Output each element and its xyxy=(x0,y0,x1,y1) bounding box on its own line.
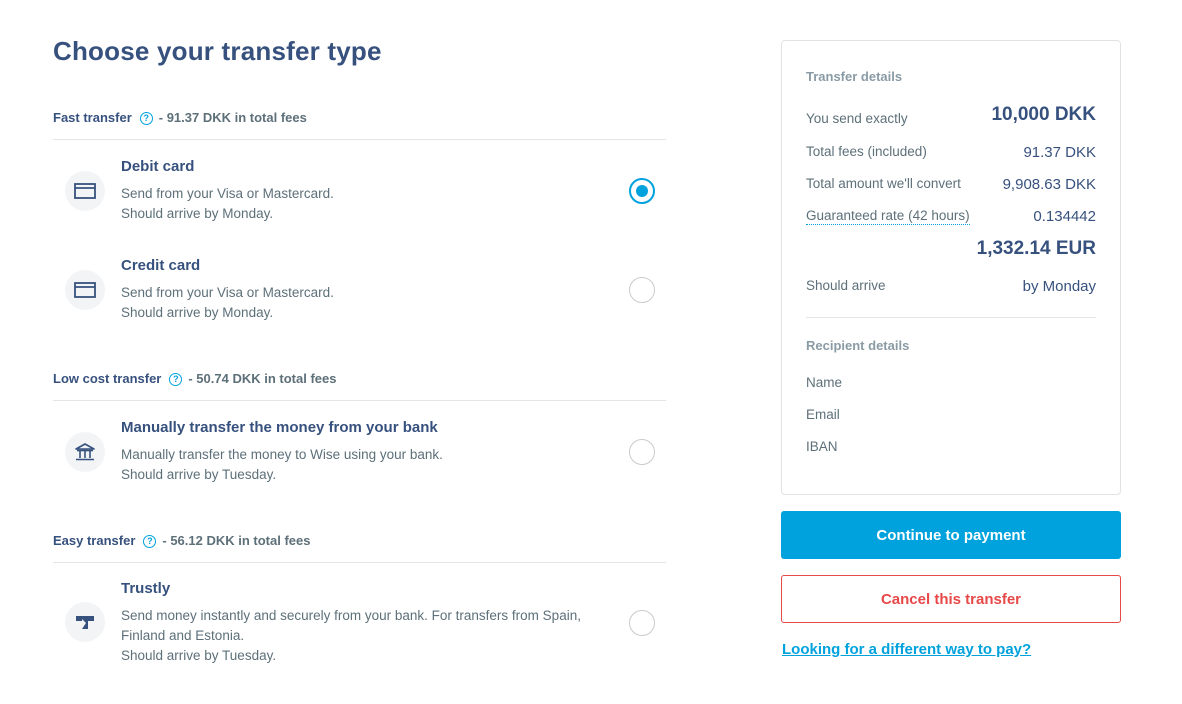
cancel-transfer-button[interactable]: Cancel this transfer xyxy=(781,575,1121,623)
page-title: Choose your transfer type xyxy=(53,36,382,66)
option-title: Manually transfer the money from your ba… xyxy=(121,419,438,436)
radio-debit-card[interactable] xyxy=(629,178,655,204)
send-label: You send exactly xyxy=(806,111,908,126)
continue-to-payment-button[interactable]: Continue to payment xyxy=(781,511,1121,559)
option-title: Trustly xyxy=(121,580,171,597)
bank-icon xyxy=(65,432,105,472)
section-name: Easy transfer xyxy=(53,533,136,548)
option-title: Credit card xyxy=(121,257,201,274)
option-arrival: Should arrive by Monday. xyxy=(121,305,274,320)
recipient-name-label: Name xyxy=(806,375,843,390)
fees-value: 91.37 DKK xyxy=(1023,144,1096,161)
radio-trustly[interactable] xyxy=(629,610,655,636)
option-description: Manually transfer the money to Wise usin… xyxy=(121,445,601,485)
option-credit-card[interactable]: Credit card Send from your Visa or Maste… xyxy=(53,257,666,327)
recipient-email-label: Email xyxy=(806,407,840,422)
help-icon[interactable]: ? xyxy=(169,373,183,386)
section-name: Low cost transfer xyxy=(53,371,162,386)
option-description: Send from your Visa or Mastercard. Shoul… xyxy=(121,283,601,323)
convert-value: 9,908.63 DKK xyxy=(1002,176,1096,193)
option-desc-line: Send from your Visa or Mastercard. xyxy=(121,186,334,201)
radio-credit-card[interactable] xyxy=(629,277,655,303)
option-description: Send money instantly and securely from y… xyxy=(121,606,601,666)
option-bank-transfer[interactable]: Manually transfer the money from your ba… xyxy=(53,419,666,489)
transfer-summary-card: Transfer details You send exactly 10,000… xyxy=(781,40,1121,495)
card-icon xyxy=(65,171,105,211)
trustly-icon xyxy=(65,602,105,642)
option-desc-line: Manually transfer the money to Wise usin… xyxy=(121,447,443,462)
rate-value: 0.134442 xyxy=(1033,208,1096,225)
option-arrival: Should arrive by Tuesday. xyxy=(121,648,277,663)
recipient-iban-label: IBAN xyxy=(806,439,838,454)
transfer-details-heading: Transfer details xyxy=(806,69,903,84)
help-icon[interactable]: ? xyxy=(139,112,153,125)
option-arrival: Should arrive by Tuesday. xyxy=(121,467,277,482)
receive-value: 1,332.14 EUR xyxy=(976,238,1096,259)
section-header-easy-transfer: Easy transfer? - 56.12 DKK in total fees xyxy=(53,533,666,563)
section-name: Fast transfer xyxy=(53,110,132,125)
card-divider xyxy=(806,317,1096,318)
section-fee: - 56.12 DKK in total fees xyxy=(162,533,311,548)
option-title: Debit card xyxy=(121,158,195,175)
different-way-to-pay-link[interactable]: Looking for a different way to pay? xyxy=(782,641,1031,658)
fees-label: Total fees (included) xyxy=(806,144,927,159)
option-desc-line: Send from your Visa or Mastercard. xyxy=(121,285,334,300)
section-fee: - 91.37 DKK in total fees xyxy=(158,110,307,125)
section-header-fast-transfer: Fast transfer? - 91.37 DKK in total fees xyxy=(53,110,666,140)
section-fee: - 50.74 DKK in total fees xyxy=(188,371,337,386)
card-icon xyxy=(65,270,105,310)
option-trustly[interactable]: Trustly Send money instantly and securel… xyxy=(53,580,666,670)
help-icon[interactable]: ? xyxy=(143,535,157,548)
convert-label: Total amount we'll convert xyxy=(806,176,961,191)
guaranteed-rate-link[interactable]: Guaranteed rate (42 hours) xyxy=(806,208,970,225)
option-debit-card[interactable]: Debit card Send from your Visa or Master… xyxy=(53,158,666,228)
radio-bank-transfer[interactable] xyxy=(629,439,655,465)
arrive-value: by Monday xyxy=(1022,278,1096,295)
send-value: 10,000 DKK xyxy=(991,104,1096,125)
section-header-low-cost-transfer: Low cost transfer? - 50.74 DKK in total f… xyxy=(53,371,666,401)
recipient-details-heading: Recipient details xyxy=(806,338,910,353)
arrive-label: Should arrive xyxy=(806,278,886,293)
option-desc-line: Send money instantly and securely from y… xyxy=(121,608,581,643)
option-description: Send from your Visa or Mastercard. Shoul… xyxy=(121,184,601,224)
rate-label-wrapper: Guaranteed rate (42 hours) xyxy=(806,208,970,225)
option-arrival: Should arrive by Monday. xyxy=(121,206,274,221)
